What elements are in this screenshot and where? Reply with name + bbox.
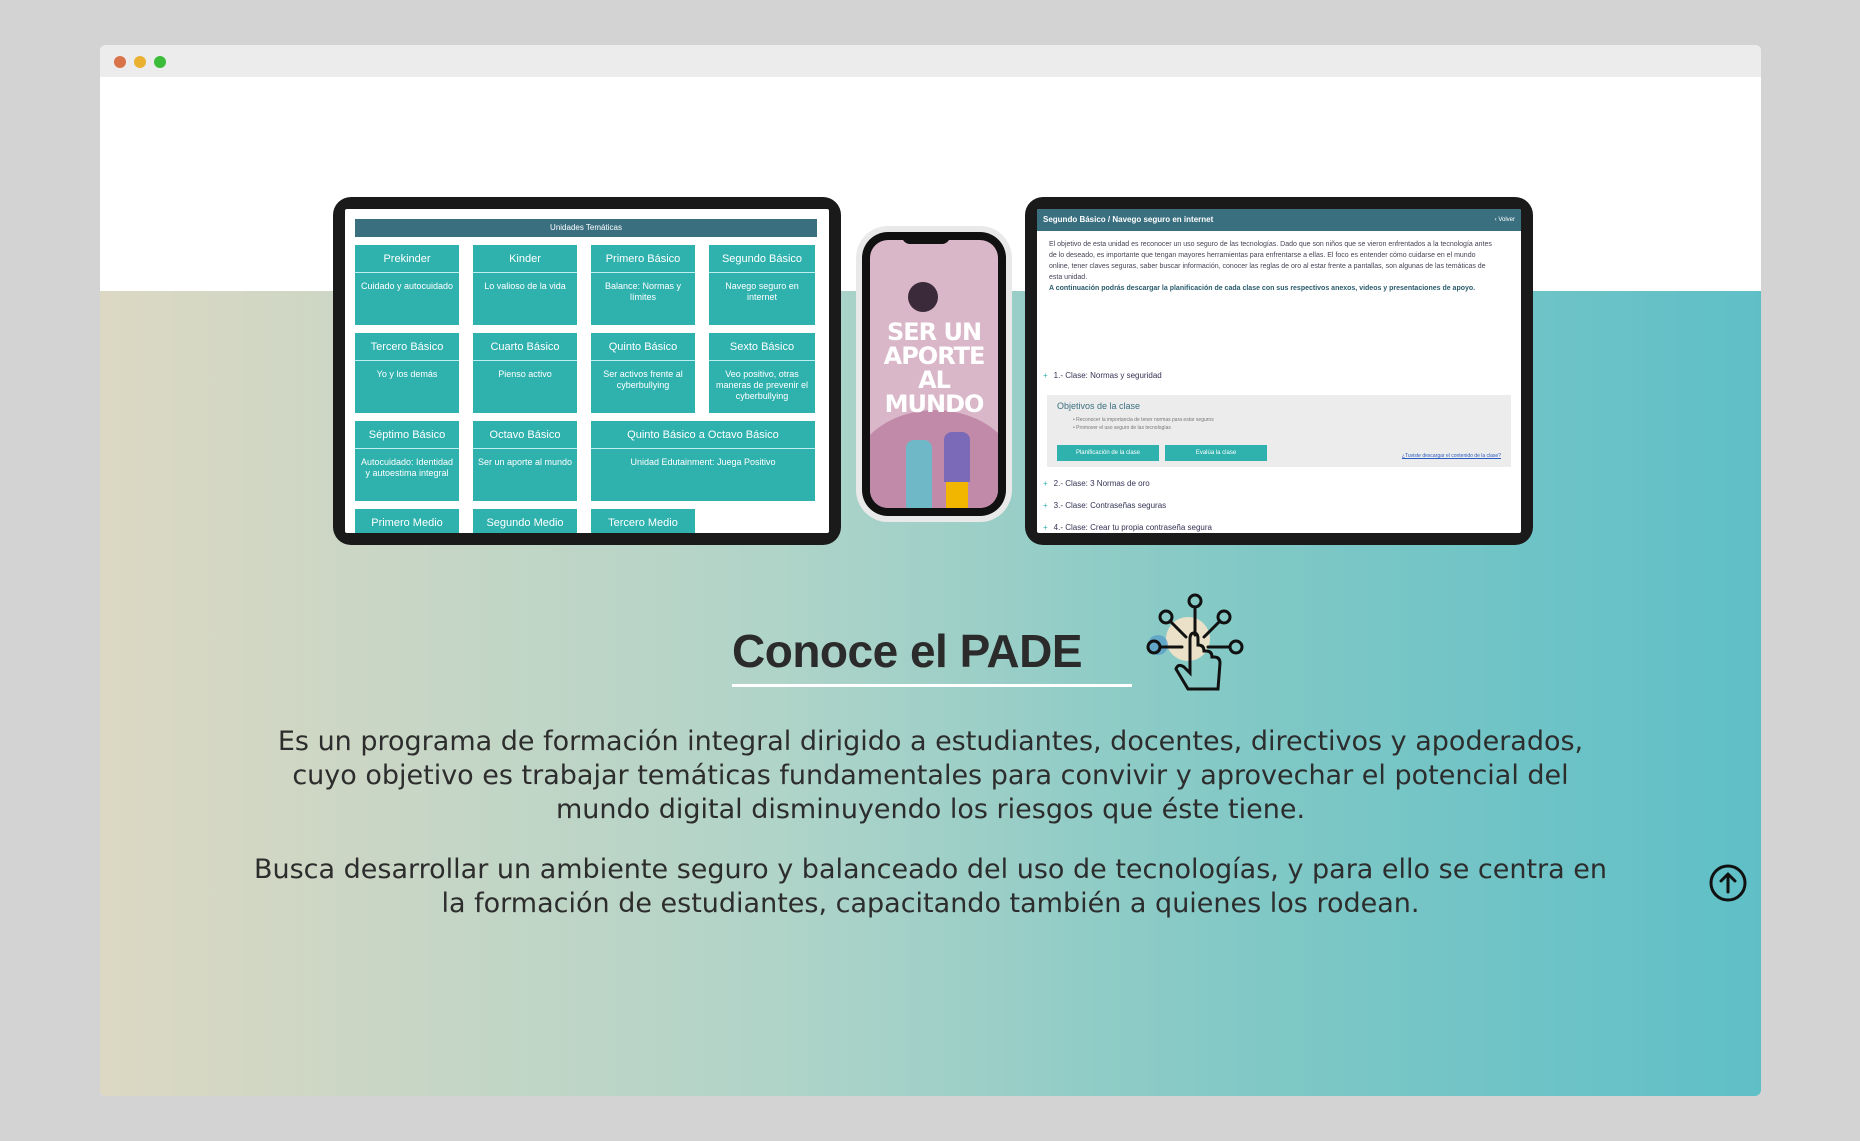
class-objectives-panel: Objetivos de la clase • Reconocer la imp… xyxy=(1047,395,1511,467)
person-legs-illustration xyxy=(946,482,968,508)
unit-title: Cuarto Básico xyxy=(473,333,577,361)
unit-subtitle: Unidad Edutainment: Juega Positivo xyxy=(630,457,776,467)
evaluate-class-button[interactable]: Evalúa la clase xyxy=(1165,445,1267,461)
unit-subtitle: Yo y los demás xyxy=(376,369,438,379)
tablet-mockup-unit-detail: Segundo Básico / Navego seguro en intern… xyxy=(1025,197,1533,545)
objectives-title: Objetivos de la clase xyxy=(1057,401,1141,411)
unit-tile-primero-basico[interactable]: Primero Básico Balance: Normas y límites xyxy=(591,245,695,325)
maximize-window-button[interactable] xyxy=(154,56,166,68)
class-label: 4.- Clase: Crear tu propia contraseña se… xyxy=(1053,523,1212,532)
page-content: Unidades Temáticas Prekinder Cuidado y a… xyxy=(100,77,1761,1096)
phone-mockup: SER UN APORTE AL MUNDO xyxy=(862,232,1006,516)
objective-item: • Reconocer la importancia de tener norm… xyxy=(1073,417,1214,423)
arrow-up-circle-icon[interactable] xyxy=(1708,863,1748,903)
unit-subtitle: Ser activos frente al cyberbullying xyxy=(603,369,683,390)
class-accordion-2[interactable]: +2.- Clase: 3 Normas de oro xyxy=(1043,479,1150,488)
tablet-screen-detail: Segundo Básico / Navego seguro en intern… xyxy=(1037,209,1521,533)
unit-tile-segundo-medio[interactable]: Segundo Medio xyxy=(473,509,577,533)
class-label: 2.- Clase: 3 Normas de oro xyxy=(1053,479,1150,488)
download-note: A continuación podrás descargar la plani… xyxy=(1049,285,1476,292)
badge-icon xyxy=(908,282,938,312)
unit-subtitle: Balance: Normas y límites xyxy=(604,281,682,302)
class-plan-button[interactable]: Planificación de la clase xyxy=(1057,445,1159,461)
class-accordion-3[interactable]: +3.- Clase: Contraseñas seguras xyxy=(1043,501,1166,510)
unit-title: Quinto Básico xyxy=(591,333,695,361)
title-underline xyxy=(732,684,1132,687)
unit-tile-tercero-basico[interactable]: Tercero Básico Yo y los demás xyxy=(355,333,459,413)
unit-tile-kinder[interactable]: Kinder Lo valioso de la vida xyxy=(473,245,577,325)
unit-subtitle: Autocuidado: Identidad y autoestima inte… xyxy=(360,457,454,478)
unit-title: Primero Básico xyxy=(591,245,695,273)
unit-title: Tercero Básico xyxy=(355,333,459,361)
unit-subtitle: Pienso activo xyxy=(498,369,552,379)
unit-title: Primero Medio xyxy=(355,509,459,533)
expand-icon: + xyxy=(1043,371,1048,380)
phone-poster-title: SER UN APORTE AL MUNDO xyxy=(883,318,986,418)
unit-subtitle: Navego seguro en internet xyxy=(725,281,799,302)
phone-screen: SER UN APORTE AL MUNDO xyxy=(870,240,998,508)
unit-tile-sexto-basico[interactable]: Sexto Básico Veo positivo, otras maneras… xyxy=(709,333,815,413)
expand-icon: + xyxy=(1043,479,1048,488)
unit-tile-cuarto-basico[interactable]: Cuarto Básico Pienso activo xyxy=(473,333,577,413)
back-label: Volver xyxy=(1498,217,1515,223)
tablet-mockup-units: Unidades Temáticas Prekinder Cuidado y a… xyxy=(333,197,841,545)
unit-description: El objetivo de esta unidad es reconocer … xyxy=(1049,239,1495,294)
unit-description-text: El objetivo de esta unidad es reconocer … xyxy=(1049,241,1492,281)
unit-tile-primero-medio[interactable]: Primero Medio xyxy=(355,509,459,533)
units-header: Unidades Temáticas xyxy=(355,219,817,237)
unit-detail-header: Segundo Básico / Navego seguro en intern… xyxy=(1037,209,1521,231)
unit-tile-quinto-basico[interactable]: Quinto Básico Ser activos frente al cybe… xyxy=(591,333,695,413)
class-label: 3.- Clase: Contraseñas seguras xyxy=(1053,501,1167,510)
unit-title: Quinto Básico a Octavo Básico xyxy=(591,421,815,449)
class-accordion-1[interactable]: +1.- Clase: Normas y seguridad xyxy=(1043,371,1162,380)
unit-title: Kinder xyxy=(473,245,577,273)
touch-network-icon xyxy=(1146,593,1244,691)
class-accordion-4[interactable]: +4.- Clase: Crear tu propia contraseña s… xyxy=(1043,523,1212,532)
unit-title: Tercero Medio xyxy=(591,509,695,533)
unit-tile-tercero-medio[interactable]: Tercero Medio xyxy=(591,509,695,533)
back-button[interactable]: ‹ Volver xyxy=(1495,209,1515,231)
unit-tile-septimo-basico[interactable]: Séptimo Básico Autocuidado: Identidad y … xyxy=(355,421,459,501)
unit-tile-edutainment[interactable]: Quinto Básico a Octavo Básico Unidad Edu… xyxy=(591,421,815,501)
unit-subtitle: Veo positivo, otras maneras de prevenir … xyxy=(715,369,809,401)
unit-tile-prekinder[interactable]: Prekinder Cuidado y autocuidado xyxy=(355,245,459,325)
expand-icon: + xyxy=(1043,501,1048,510)
unit-tile-octavo-basico[interactable]: Octavo Básico Ser un aporte al mundo xyxy=(473,421,577,501)
intro-paragraph: Es un programa de formación integral dir… xyxy=(277,726,1584,825)
objective-item: • Promover el uso seguro de las tecnolog… xyxy=(1073,425,1171,431)
window-titlebar xyxy=(100,45,1761,77)
download-help-link[interactable]: ¿Tuviste descargar el contenido de la cl… xyxy=(1402,453,1501,459)
unit-detail-title: Segundo Básico / Navego seguro en intern… xyxy=(1043,215,1214,224)
minimize-window-button[interactable] xyxy=(134,56,146,68)
unit-title: Segundo Básico xyxy=(709,245,815,273)
unit-subtitle: Cuidado y autocuidado xyxy=(360,281,454,291)
section-title: Conoce el PADE xyxy=(732,625,1083,677)
expand-icon: + xyxy=(1043,523,1048,532)
browser-window: Unidades Temáticas Prekinder Cuidado y a… xyxy=(100,45,1761,1096)
goal-paragraph: Busca desarrollar un ambiente seguro y b… xyxy=(253,854,1608,919)
tablet-screen-units: Unidades Temáticas Prekinder Cuidado y a… xyxy=(345,209,829,533)
close-window-button[interactable] xyxy=(114,56,126,68)
unit-title: Sexto Básico xyxy=(709,333,815,361)
unit-subtitle: Lo valioso de la vida xyxy=(484,281,566,291)
decorative-arc xyxy=(870,410,998,508)
unit-tile-segundo-basico[interactable]: Segundo Básico Navego seguro en internet xyxy=(709,245,815,325)
person-illustration-icon xyxy=(906,440,932,508)
unit-subtitle: Ser un aporte al mundo xyxy=(477,457,573,467)
unit-title: Séptimo Básico xyxy=(355,421,459,449)
unit-title: Octavo Básico xyxy=(473,421,577,449)
unit-title: Prekinder xyxy=(355,245,459,273)
class-label: 1.- Clase: Normas y seguridad xyxy=(1053,371,1162,380)
phone-notch xyxy=(902,232,950,244)
person-megaphone-illustration-icon xyxy=(944,432,970,482)
unit-title: Segundo Medio xyxy=(473,509,577,533)
